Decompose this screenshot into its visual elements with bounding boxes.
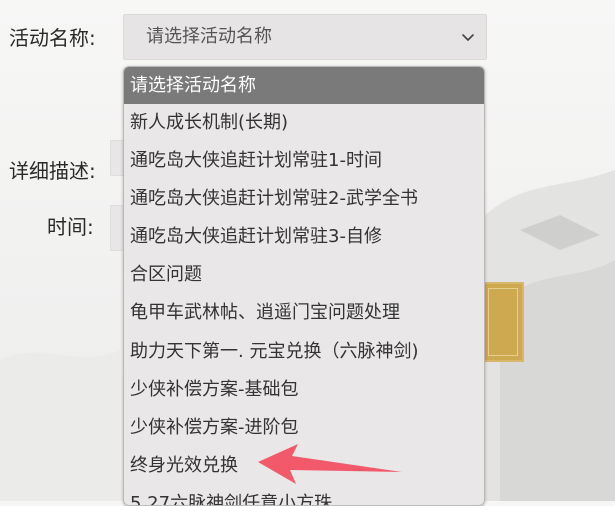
dropdown-option[interactable]: 通吃岛大侠追赶计划常驻3-自修 (124, 218, 484, 256)
dropdown-option[interactable]: 龟甲车武林帖、逍遥门宝问题处理 (124, 294, 484, 332)
red-arrow-icon (258, 444, 402, 484)
detail-description-label: 详细描述: (9, 159, 96, 183)
time-label: 时间: (47, 215, 94, 239)
dropdown-option[interactable]: 少侠补偿方案-基础包 (124, 371, 484, 409)
dropdown-option[interactable]: 请选择活动名称 (124, 67, 484, 104)
activity-name-select[interactable]: 请选择活动名称 (123, 14, 487, 60)
select-value: 请选择活动名称 (146, 26, 272, 47)
activity-name-label: 活动名称: (9, 26, 96, 50)
dropdown-option[interactable]: 通吃岛大侠追赶计划常驻2-武学全书 (124, 180, 484, 218)
decorative-gold-panel (484, 282, 524, 362)
chevron-down-icon (462, 34, 474, 41)
dropdown-option[interactable]: 助力天下第一. 元宝兑换（六脉神剑) (124, 333, 484, 371)
dropdown-option[interactable]: 新人成长机制(长期) (124, 104, 484, 142)
dropdown-option[interactable]: 合区问题 (124, 256, 484, 294)
dropdown-option[interactable]: 通吃岛大侠追赶计划常驻1-时间 (124, 142, 484, 180)
